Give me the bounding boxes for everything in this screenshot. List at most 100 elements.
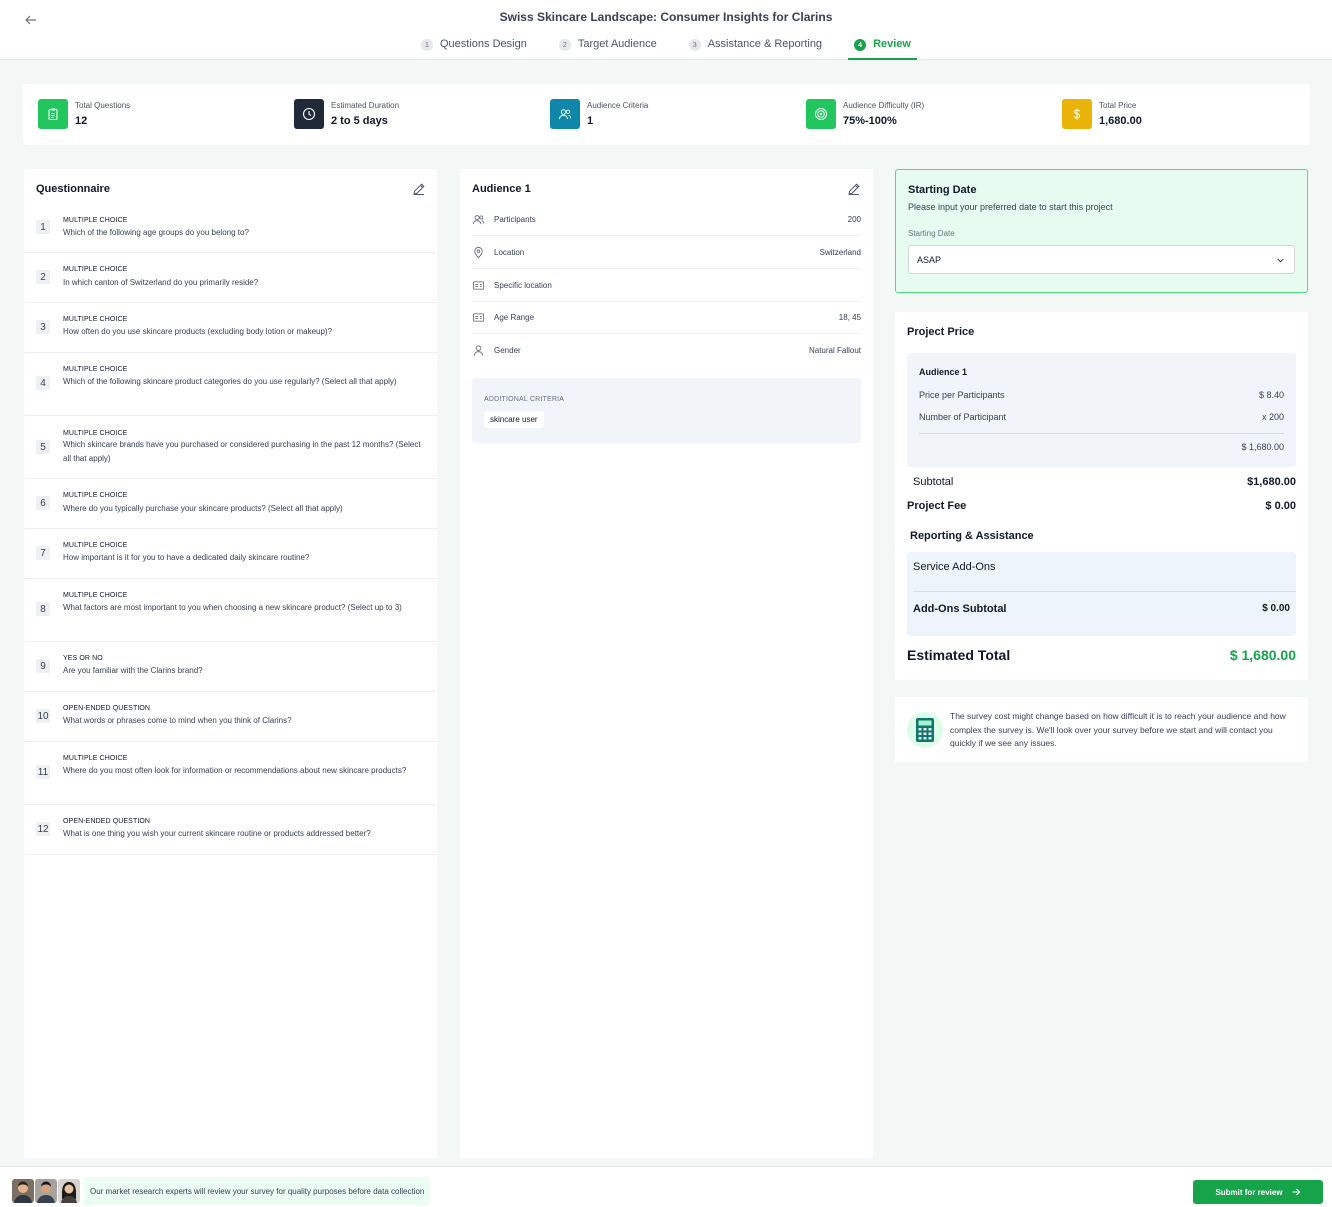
stat-total-price: Total Price 1,680.00 bbox=[1062, 99, 1142, 129]
user-icon bbox=[472, 344, 486, 358]
addons-box: Service Add-Ons Add-Ons Subtotal $ 0.00 bbox=[907, 552, 1296, 636]
starting-date-title: Starting Date bbox=[908, 184, 977, 196]
audience-row-value: 18, 45 bbox=[838, 312, 861, 322]
clock-icon bbox=[294, 99, 324, 129]
num-participants-label: Number of Participant bbox=[919, 412, 1007, 422]
audience-row-value: Natural Fallout bbox=[808, 346, 861, 355]
audience-row-label: Specific location bbox=[494, 280, 552, 290]
audience-panel: Audience 1 Participants 200 Location Swi… bbox=[460, 169, 873, 1158]
calculator-icon bbox=[907, 712, 943, 748]
avatar bbox=[58, 1179, 80, 1203]
subtotal-label: Subtotal bbox=[913, 476, 954, 488]
arrow-right-icon bbox=[1292, 1188, 1300, 1196]
divider bbox=[913, 591, 1296, 592]
stat-label: Audience Difficulty (IR) bbox=[843, 101, 925, 110]
service-addons-label: Service Add-Ons bbox=[913, 561, 996, 573]
num-participants-value: x 200 bbox=[1261, 412, 1284, 422]
expert-avatars bbox=[12, 1179, 81, 1203]
project-fee-row: Project Fee $ 0.00 bbox=[907, 500, 1296, 512]
question-text: What factors are most important to you w… bbox=[63, 603, 402, 612]
question-type: MULTIPLE CHOICE bbox=[63, 492, 128, 499]
question-text: Which of the following age groups do you… bbox=[63, 228, 249, 237]
audience-row-location: Location Switzerland bbox=[472, 236, 861, 269]
subtotal-value: $1,680.00 bbox=[1247, 476, 1296, 488]
questionnaire-panel: Questionnaire 1 MULTIPLE CHOICE Which of… bbox=[24, 169, 437, 1158]
target-icon bbox=[806, 99, 836, 129]
question-item[interactable]: 8 MULTIPLE CHOICE What factors are most … bbox=[24, 579, 437, 642]
subtotal-row: Subtotal $1,680.00 bbox=[913, 476, 1296, 488]
divider bbox=[919, 433, 1284, 434]
starting-date-select[interactable]: ASAP bbox=[908, 245, 1295, 274]
question-item[interactable]: 6 MULTIPLE CHOICE Where do you typically… bbox=[24, 479, 437, 529]
step-number: 1 bbox=[421, 39, 433, 51]
edit-questionnaire-button[interactable] bbox=[412, 182, 426, 196]
question-number: 11 bbox=[36, 765, 50, 779]
submit-for-review-button[interactable]: Submit for review bbox=[1193, 1180, 1323, 1204]
project-price-title: Project Price bbox=[907, 326, 975, 338]
additional-criteria-label: ADDITIONAL CRITERIA bbox=[484, 396, 565, 403]
avatar bbox=[12, 1179, 34, 1203]
question-item[interactable]: 3 MULTIPLE CHOICE How often do you use s… bbox=[24, 303, 437, 353]
stat-audience-difficulty: Audience Difficulty (IR) 75%-100% bbox=[806, 99, 924, 129]
question-item[interactable]: 11 MULTIPLE CHOICE Where do you most oft… bbox=[24, 742, 437, 805]
question-number: 9 bbox=[36, 659, 50, 673]
addons-subtotal-row: Add-Ons Subtotal $ 0.00 bbox=[913, 603, 1290, 615]
question-type: OPEN-ENDED QUESTION bbox=[63, 818, 151, 825]
question-number: 6 bbox=[36, 496, 50, 510]
avatar bbox=[35, 1179, 57, 1203]
step-label: Assistance & Reporting bbox=[707, 38, 823, 50]
cost-note-card: The survey cost might change based on ho… bbox=[895, 697, 1308, 762]
step-label: Target Audience bbox=[577, 38, 657, 50]
location-pin-icon bbox=[472, 245, 486, 259]
question-text: Where do you typically purchase your ski… bbox=[63, 504, 343, 513]
question-type: OPEN-ENDED QUESTION bbox=[63, 705, 151, 712]
question-type: YES OR NO bbox=[63, 655, 103, 662]
users-icon bbox=[472, 212, 486, 226]
question-number: 7 bbox=[36, 546, 50, 560]
question-item[interactable]: 7 MULTIPLE CHOICE How important is it fo… bbox=[24, 529, 437, 579]
stat-label: Total Price bbox=[1099, 101, 1137, 110]
edit-audience-button[interactable] bbox=[847, 182, 861, 196]
page-title: Swiss Skincare Landscape: Consumer Insig… bbox=[499, 10, 833, 24]
price-per-row: Price per Participants $ 8.40 bbox=[919, 390, 1284, 400]
step-assistance-reporting[interactable]: 3 Assistance & Reporting bbox=[683, 38, 828, 60]
question-number: 4 bbox=[36, 376, 50, 390]
question-text: How often do you use skincare products (… bbox=[63, 327, 333, 336]
questionnaire-title: Questionnaire bbox=[36, 183, 110, 195]
question-number: 1 bbox=[36, 220, 50, 234]
addons-subtotal-label: Add-Ons Subtotal bbox=[913, 603, 1007, 615]
question-type: MULTIPLE CHOICE bbox=[63, 366, 128, 373]
stat-label: Total Questions bbox=[75, 101, 131, 110]
question-item[interactable]: 1 MULTIPLE CHOICE Which of the following… bbox=[24, 203, 437, 253]
step-review[interactable]: 4 Review bbox=[848, 38, 917, 60]
question-item[interactable]: 2 MULTIPLE CHOICE In which canton of Swi… bbox=[24, 253, 437, 303]
question-item[interactable]: 4 MULTIPLE CHOICE Which of the following… bbox=[24, 353, 437, 416]
project-fee-label: Project Fee bbox=[907, 500, 967, 512]
question-type: MULTIPLE CHOICE bbox=[63, 430, 128, 437]
question-text: In which canton of Switzerland do you pr… bbox=[63, 278, 259, 287]
users-icon bbox=[550, 99, 580, 129]
question-type: MULTIPLE CHOICE bbox=[63, 542, 128, 549]
step-number: 4 bbox=[854, 39, 867, 51]
question-item[interactable]: 10 OPEN-ENDED QUESTION What words or phr… bbox=[24, 692, 437, 742]
starting-date-field-label: Starting Date bbox=[908, 229, 955, 238]
question-item[interactable]: 12 OPEN-ENDED QUESTION What is one thing… bbox=[24, 805, 437, 855]
question-text: Are you familiar with the Clarins brand? bbox=[63, 666, 203, 675]
pencil-icon bbox=[413, 183, 425, 195]
question-item[interactable]: 9 YES OR NO Are you familiar with the Cl… bbox=[24, 642, 437, 692]
audience-row-specific-location: Specific location bbox=[472, 269, 861, 302]
addons-subtotal-value: $ 0.00 bbox=[1262, 603, 1290, 614]
reporting-assistance-label: Reporting & Assistance bbox=[910, 530, 1034, 542]
clipboard-icon bbox=[38, 99, 68, 129]
chevron-down-icon bbox=[1277, 258, 1284, 263]
step-target-audience[interactable]: 2 Target Audience bbox=[553, 38, 663, 60]
audience-total-value: $ 1,680.00 bbox=[1241, 442, 1284, 452]
step-number: 3 bbox=[688, 39, 701, 51]
question-item[interactable]: 5 MULTIPLE CHOICE Which skincare brands … bbox=[24, 416, 437, 479]
stat-total-questions: Total Questions 12 bbox=[38, 99, 130, 129]
question-type: MULTIPLE CHOICE bbox=[63, 316, 128, 323]
id-card-icon bbox=[472, 310, 486, 324]
audience-row-label: Location bbox=[494, 247, 525, 257]
step-questions-design[interactable]: 1 Questions Design bbox=[415, 38, 533, 60]
question-text: What is one thing you wish your current … bbox=[63, 829, 371, 838]
